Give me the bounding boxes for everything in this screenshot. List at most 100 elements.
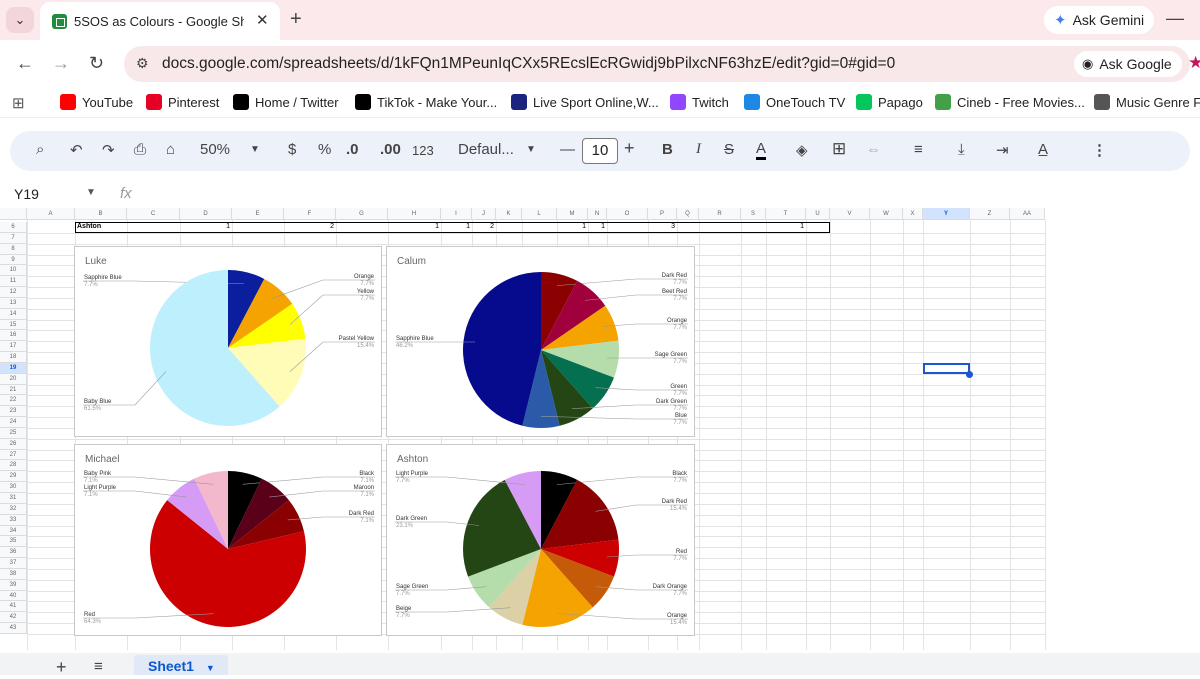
column-header[interactable]: P bbox=[648, 208, 677, 220]
bookmark-twitch[interactable]: Twitch bbox=[670, 94, 729, 110]
row-header[interactable]: 21 bbox=[0, 385, 27, 396]
bookmark-music[interactable]: Music Genre Fir bbox=[1094, 94, 1200, 110]
row-header[interactable]: 40 bbox=[0, 591, 27, 602]
row-header[interactable]: 19 bbox=[0, 363, 27, 374]
row-header[interactable]: 11 bbox=[0, 276, 27, 287]
print-icon[interactable]: ⎙ bbox=[134, 141, 146, 158]
column-header[interactable]: AA bbox=[1010, 208, 1045, 220]
column-header[interactable]: Z bbox=[970, 208, 1010, 220]
row-header[interactable]: 38 bbox=[0, 569, 27, 580]
row-header[interactable]: 43 bbox=[0, 623, 27, 634]
chevron-down-icon[interactable]: ▼ bbox=[250, 144, 260, 155]
more-options-icon[interactable]: ⋮ bbox=[1092, 141, 1107, 159]
column-header[interactable]: C bbox=[127, 208, 180, 220]
paint-format-icon[interactable]: ⌂ bbox=[166, 141, 175, 158]
row-header[interactable]: 29 bbox=[0, 471, 27, 482]
font-chevron-icon[interactable]: ▼ bbox=[526, 144, 536, 155]
row-header[interactable]: 34 bbox=[0, 526, 27, 537]
bookmark-onetouch[interactable]: OneTouch TV bbox=[744, 94, 845, 110]
row-header[interactable]: 20 bbox=[0, 374, 27, 385]
row-header[interactable]: 28 bbox=[0, 460, 27, 471]
active-browser-tab[interactable]: 5SOS as Colours - Google Sheets ✕ bbox=[40, 2, 280, 40]
row-header[interactable]: 30 bbox=[0, 482, 27, 493]
font-size-increase-button[interactable]: + bbox=[624, 138, 635, 159]
column-header[interactable]: Y bbox=[923, 208, 970, 220]
spreadsheet-grid[interactable]: ABCDEFGHIJKLMNOPQRSTUVWXYZAA678910111213… bbox=[0, 208, 1200, 653]
row-header[interactable]: 27 bbox=[0, 450, 27, 461]
minimize-icon[interactable]: — bbox=[1166, 8, 1184, 29]
column-header[interactable]: T bbox=[766, 208, 806, 220]
column-header[interactable]: G bbox=[336, 208, 388, 220]
row-header[interactable]: 18 bbox=[0, 352, 27, 363]
column-header[interactable]: V bbox=[830, 208, 870, 220]
bookmark-youtube[interactable]: YouTube bbox=[60, 94, 133, 110]
text-color-button[interactable]: A bbox=[756, 141, 766, 160]
font-select[interactable]: Defaul... bbox=[458, 141, 514, 158]
column-header[interactable]: S bbox=[741, 208, 766, 220]
column-header[interactable]: O bbox=[607, 208, 648, 220]
column-header[interactable]: L bbox=[522, 208, 557, 220]
column-header[interactable]: F bbox=[284, 208, 336, 220]
text-wrapping-icon[interactable]: ⇥ bbox=[996, 141, 1009, 159]
selected-cell[interactable] bbox=[923, 363, 970, 374]
row-header[interactable]: 33 bbox=[0, 515, 27, 526]
search-menus-icon[interactable]: ⌕ bbox=[36, 141, 44, 158]
column-header[interactable]: W bbox=[870, 208, 903, 220]
column-header[interactable]: A bbox=[27, 208, 75, 220]
ask-google-button[interactable]: ◉ Ask Google bbox=[1074, 51, 1182, 77]
column-header[interactable]: H bbox=[388, 208, 441, 220]
row-header[interactable]: 9 bbox=[0, 255, 27, 266]
row-header[interactable]: 41 bbox=[0, 601, 27, 612]
tab-search-button[interactable]: ⌄ bbox=[6, 7, 34, 33]
row-header[interactable]: 23 bbox=[0, 406, 27, 417]
column-header[interactable]: D bbox=[180, 208, 232, 220]
bookmark-papago[interactable]: Papago bbox=[856, 94, 923, 110]
borders-icon[interactable]: ⊞ bbox=[832, 139, 846, 159]
vertical-align-icon[interactable]: ⤓ bbox=[958, 141, 965, 158]
reload-icon[interactable]: ↻ bbox=[89, 53, 104, 74]
column-header[interactable]: Q bbox=[677, 208, 699, 220]
column-header[interactable]: U bbox=[806, 208, 830, 220]
bookmark-cineb[interactable]: Cineb - Free Movies... bbox=[935, 94, 1085, 110]
bold-button[interactable]: B bbox=[662, 141, 673, 158]
row-header[interactable]: 10 bbox=[0, 265, 27, 276]
merge-cells-icon[interactable]: ⇔ bbox=[866, 141, 881, 158]
pie-chart-luke[interactable]: LukeSapphire Blue7.7%Orange7.7%Yellow7.7… bbox=[74, 246, 382, 437]
row-header[interactable]: 15 bbox=[0, 320, 27, 331]
row-header[interactable]: 25 bbox=[0, 428, 27, 439]
pie-chart-calum[interactable]: CalumDark Red7.7%Beet Red7.7%Orange7.7%S… bbox=[386, 246, 695, 437]
currency-format-button[interactable]: $ bbox=[288, 141, 296, 158]
column-header[interactable]: N bbox=[588, 208, 607, 220]
row-header[interactable]: 8 bbox=[0, 244, 27, 255]
text-rotation-icon[interactable]: A̲ bbox=[1038, 141, 1048, 158]
back-arrow-icon[interactable]: ← bbox=[16, 53, 34, 74]
bookmark-x[interactable]: Home / Twitter bbox=[233, 94, 339, 110]
zoom-select[interactable]: 50% bbox=[200, 141, 230, 158]
column-header[interactable]: K bbox=[496, 208, 522, 220]
row-header[interactable]: 12 bbox=[0, 287, 27, 298]
row-header[interactable]: 36 bbox=[0, 547, 27, 558]
decrease-decimal-button[interactable]: .0 bbox=[346, 141, 359, 158]
fill-color-icon[interactable]: ◈ bbox=[796, 141, 808, 159]
redo-icon[interactable]: ↷ bbox=[102, 141, 115, 159]
select-all-corner[interactable] bbox=[0, 208, 27, 220]
column-header[interactable]: R bbox=[699, 208, 741, 220]
name-box-chevron-icon[interactable]: ▼ bbox=[86, 187, 96, 198]
sheet-tab-chevron-icon[interactable]: ▼ bbox=[206, 663, 215, 673]
horizontal-align-icon[interactable]: ≡ bbox=[914, 141, 923, 158]
name-box[interactable]: Y19 bbox=[14, 186, 39, 202]
fill-handle[interactable] bbox=[966, 371, 973, 378]
pie-chart-ashton[interactable]: AshtonBlack7.7%Dark Red15.4%Red7.7%Dark … bbox=[386, 444, 695, 636]
more-formats-button[interactable]: 123 bbox=[412, 143, 434, 158]
sheet-tab-sheet1[interactable]: Sheet1 ▼ bbox=[134, 655, 228, 675]
all-sheets-menu-icon[interactable]: ≡ bbox=[94, 658, 103, 675]
address-bar[interactable]: ⚙ docs.google.com/spreadsheets/d/1kFQn1M… bbox=[124, 46, 1190, 82]
new-tab-button[interactable]: + bbox=[290, 8, 302, 31]
increase-decimal-button[interactable]: .00 bbox=[380, 141, 401, 158]
forward-arrow-icon[interactable]: → bbox=[52, 53, 70, 74]
column-header[interactable]: X bbox=[903, 208, 923, 220]
column-header[interactable]: M bbox=[557, 208, 588, 220]
italic-button[interactable]: I bbox=[696, 141, 701, 158]
row-header[interactable]: 7 bbox=[0, 233, 27, 244]
bookmark-star-icon[interactable]: ★ bbox=[1188, 53, 1200, 73]
